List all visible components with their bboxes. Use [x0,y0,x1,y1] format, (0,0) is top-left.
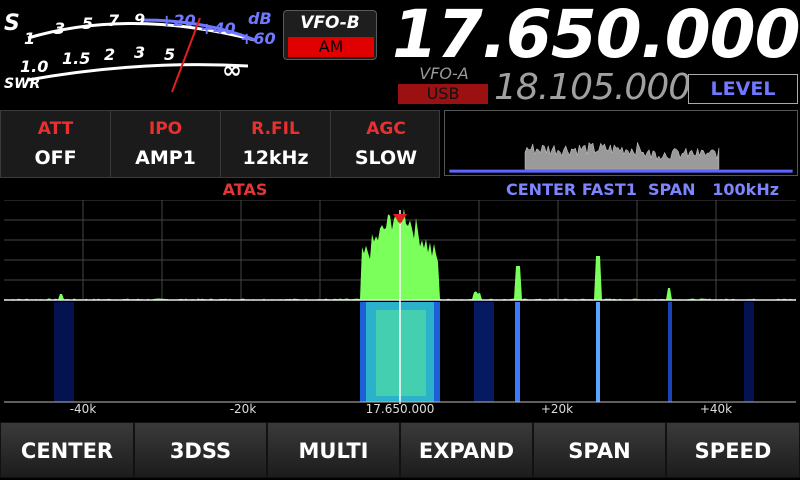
vfo-a-frequency[interactable]: 18.105.000 [494,68,691,108]
frequency-axis: -40k -20k 17.650.000 +20k +40k [0,402,800,420]
span-label: SPAN [648,180,696,199]
softkey-bar: CENTER 3DSS MULTI EXPAND SPAN SPEED [0,422,800,480]
mini-scope[interactable] [444,110,798,176]
level-button[interactable]: LEVEL [688,74,798,104]
swr-tick-1-5: 1.5 [62,49,90,68]
axis-label-plus40k: +40k [699,402,733,416]
s-tick-1: 1 [24,29,35,48]
att-value: OFF [34,147,77,169]
att-control[interactable]: ATT OFF [1,111,111,177]
axis-label-minus40k: -40k [69,402,97,416]
vfo-b-panel[interactable]: VFO-B AM [283,10,377,60]
ipo-value: AMP1 [135,147,196,169]
main-frequency[interactable]: 17.650.000 [392,0,800,74]
ipo-title: IPO [148,119,183,139]
function-panel: ATT OFF IPO AMP1 R.FIL 12kHz AGC SLOW [0,110,440,178]
agc-value: SLOW [354,147,418,169]
spectrum-scope[interactable] [4,200,796,404]
swr-tick-2: 2 [104,45,115,64]
swr-tick-5: 5 [164,45,175,64]
db-label: dB [248,9,272,28]
db-tick-20: +20 [160,11,196,30]
swr-scale-arc [27,63,249,82]
3dss-button[interactable]: 3DSS [134,422,267,478]
swr-tick-infinity: ∞ [222,56,242,84]
s-tick-9: 9 [134,10,145,29]
vfo-b-label: VFO-B [300,13,360,33]
swr-label: SWR [4,76,40,92]
att-title: ATT [37,119,74,139]
scope-mode: CENTER [506,180,577,199]
agc-title: AGC [366,119,406,139]
s-tick-3: 3 [54,19,65,38]
rfil-title: R.FIL [251,119,300,139]
ipo-control[interactable]: IPO AMP1 [111,111,221,177]
vfo-a-mode[interactable]: USB [398,84,488,104]
rfil-control[interactable]: R.FIL 12kHz [221,111,331,177]
s-label: S [4,11,20,36]
axis-label-minus20k: -20k [229,402,257,416]
span-button[interactable]: SPAN [533,422,666,478]
multi-button[interactable]: MULTI [267,422,400,478]
axis-label-center: 17.650.000 [365,402,435,416]
vfo-b-mode: AM [288,37,374,57]
center-button[interactable]: CENTER [0,422,134,478]
s-tick-7: 7 [108,11,120,30]
vfo-a-label: VFO-A [419,64,469,83]
s-tick-5: 5 [82,14,93,33]
agc-control[interactable]: AGC SLOW [331,111,441,177]
rfil-value: 12kHz [242,147,309,169]
speed-button[interactable]: SPEED [666,422,800,478]
s-meter: S 1 3 5 7 9 +20 +40 dB +60 1.0 1.5 2 3 5… [4,9,276,93]
db-tick-60: +60 [240,29,276,48]
swr-tick-3: 3 [134,43,145,62]
axis-label-plus20k: +20k [540,402,574,416]
scope-speed: FAST1 [581,180,637,199]
swr-tick-1-0: 1.0 [20,57,48,76]
span-value: 100kHz [712,180,780,199]
scope-info: CENTER FAST1 SPAN 100kHz [506,180,798,199]
db-tick-40: +40 [200,19,236,38]
expand-button[interactable]: EXPAND [400,422,533,478]
mini-spectrum-trace [524,141,720,170]
atas-label: ATAS [222,180,268,199]
